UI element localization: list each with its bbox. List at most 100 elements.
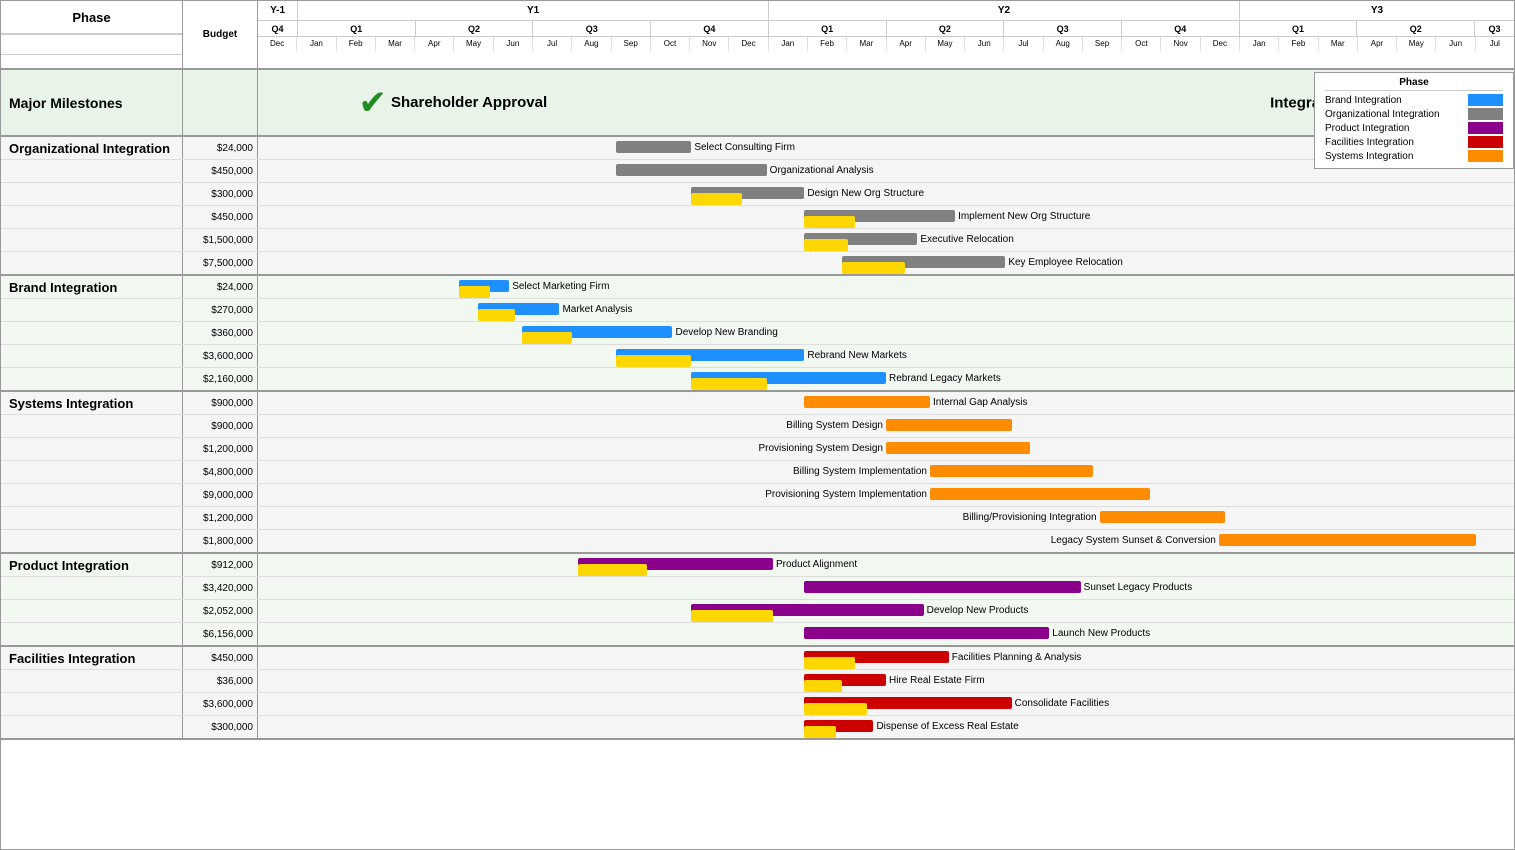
timeline-cell: Facilities Planning & Analysis — [258, 647, 1514, 669]
budget-cell: $270,000 — [183, 299, 258, 321]
budget-cell: $450,000 — [183, 647, 258, 669]
gantt-bar — [842, 262, 905, 274]
gantt-bar — [616, 164, 767, 176]
budget-cell: $300,000 — [183, 716, 258, 738]
phase-cell — [1, 438, 183, 460]
table-row: $7,500,000Key Employee Relocation — [1, 252, 1514, 276]
milestone-timeline: ✔ Shareholder Approval Integration Compl… — [258, 70, 1514, 135]
legend-box: Phase Brand Integration Organizational I… — [1314, 72, 1514, 169]
table-row: $900,000Billing System Design — [1, 415, 1514, 438]
timeline-cell: Develop New Products — [258, 600, 1514, 622]
table-row: $270,000 Market Analysis — [1, 299, 1514, 322]
bar-label: Key Employee Relocation — [1005, 256, 1123, 270]
budget-cell: $912,000 — [183, 554, 258, 576]
milestone-phase-label: Major Milestones — [1, 70, 183, 135]
phase-cell — [1, 716, 183, 738]
phase-cell: Facilities Integration — [1, 647, 183, 669]
phase-cell: Systems Integration — [1, 392, 183, 414]
timeline-cell: Product Alignment — [258, 554, 1514, 576]
budget-cell: $3,420,000 — [183, 577, 258, 599]
legend-product-label: Product Integration — [1325, 123, 1462, 134]
bar-label: Select Marketing Firm — [509, 280, 609, 294]
legend-item-facilities: Facilities Integration — [1325, 136, 1503, 148]
timeline-cell: Key Employee Relocation — [258, 252, 1514, 274]
budget-cell: $2,160,000 — [183, 368, 258, 390]
bar-label: Market Analysis — [559, 303, 632, 317]
phase-cell — [1, 206, 183, 228]
table-row: Product Integration$912,000Product Align… — [1, 554, 1514, 577]
phase-cell — [1, 530, 183, 552]
gantt-bar — [804, 239, 848, 251]
gantt-bar — [886, 442, 1030, 454]
budget-cell: $450,000 — [183, 160, 258, 182]
budget-cell: $360,000 — [183, 322, 258, 344]
phase-cell — [1, 461, 183, 483]
gantt-bar — [804, 726, 835, 738]
timeline-cell: Rebrand Legacy Markets — [258, 368, 1514, 390]
bar-label: Sunset Legacy Products — [1081, 581, 1192, 595]
gantt-bar — [804, 396, 930, 408]
gantt-bar — [691, 610, 773, 622]
gantt-bar — [930, 488, 1150, 500]
bar-label: Rebrand Legacy Markets — [886, 372, 1001, 386]
phase-cell — [1, 252, 183, 274]
bar-label: Dispense of Excess Real Estate — [873, 720, 1018, 734]
table-row: $3,600,000Rebrand New Markets — [1, 345, 1514, 368]
phase-cell — [1, 693, 183, 715]
bar-label: Design New Org Structure — [804, 187, 924, 201]
gantt-bar — [804, 216, 854, 228]
table-row: $9,000,000Provisioning System Implementa… — [1, 484, 1514, 507]
phase-cell — [1, 229, 183, 251]
legend-item-org: Organizational Integration — [1325, 108, 1503, 120]
gantt-bar — [478, 309, 516, 321]
quarter-row: Q4 Q1 Q2 Q3 Q4 Q1 Q2 Q3 Q4 Q1 Q2 Q3 — [258, 21, 1514, 37]
budget-cell: $36,000 — [183, 670, 258, 692]
table-row: $300,000Design New Org Structure — [1, 183, 1514, 206]
timeline-cell: Internal Gap Analysis — [258, 392, 1514, 414]
bar-label: Billing/Provisioning Integration — [963, 511, 1100, 525]
gantt-bar — [616, 141, 691, 153]
table-row: $450,000Organizational Analysis — [1, 160, 1514, 183]
gantt-bar — [1219, 534, 1476, 546]
timeline-cell: Launch New Products — [258, 623, 1514, 645]
legend-org-color — [1468, 108, 1503, 120]
legend-facilities-color — [1468, 136, 1503, 148]
budget-cell: $4,800,000 — [183, 461, 258, 483]
bar-label: Hire Real Estate Firm — [886, 674, 985, 688]
budget-cell: $1,800,000 — [183, 530, 258, 552]
budget-cell: $1,200,000 — [183, 438, 258, 460]
timeline-cell: Develop New Branding — [258, 322, 1514, 344]
phase-cell — [1, 368, 183, 390]
gantt-bar — [804, 703, 867, 715]
table-row: $360,000Develop New Branding — [1, 322, 1514, 345]
phase-cell — [1, 577, 183, 599]
timeline-cell: Select Marketing Firm — [258, 276, 1514, 298]
table-row: $300,000 Dispense of Excess Real Estate — [1, 716, 1514, 740]
timeline-cell: Market Analysis — [258, 299, 1514, 321]
timeline-cell: Design New Org Structure — [258, 183, 1514, 205]
phase-cell — [1, 415, 183, 437]
bar-label: Provisioning System Implementation — [765, 488, 930, 502]
legend-systems-label: Systems Integration — [1325, 151, 1462, 162]
bar-label: Provisioning System Design — [759, 442, 887, 456]
phase-cell — [1, 600, 183, 622]
timeline-cell: Billing System Design — [258, 415, 1514, 437]
timeline-cell: Hire Real Estate Firm — [258, 670, 1514, 692]
month-row: Dec Jan Feb Mar Apr May Jun Jul Aug Sep … — [258, 37, 1514, 51]
year-label-y2: Y1 — [298, 1, 769, 20]
gantt-bar — [804, 627, 1049, 639]
bar-label: Implement New Org Structure — [955, 210, 1090, 224]
legend-brand-color — [1468, 94, 1503, 106]
phase-cell — [1, 623, 183, 645]
budget-cell: $24,000 — [183, 137, 258, 159]
budget-cell: $450,000 — [183, 206, 258, 228]
timeline-cell: Provisioning System Implementation — [258, 484, 1514, 506]
gantt-bar — [804, 581, 1080, 593]
table-row: $2,052,000Develop New Products — [1, 600, 1514, 623]
table-row: $4,800,000Billing System Implementation — [1, 461, 1514, 484]
budget-cell: $1,200,000 — [183, 507, 258, 529]
timeline-header: Y-1 Y1 Y2 Y3 Q4 Q1 Q2 Q3 Q4 Q1 Q2 Q3 — [258, 1, 1514, 68]
budget-cell: $3,600,000 — [183, 345, 258, 367]
table-row: Brand Integration$24,000Select Marketing… — [1, 276, 1514, 299]
budget-cell: $900,000 — [183, 415, 258, 437]
